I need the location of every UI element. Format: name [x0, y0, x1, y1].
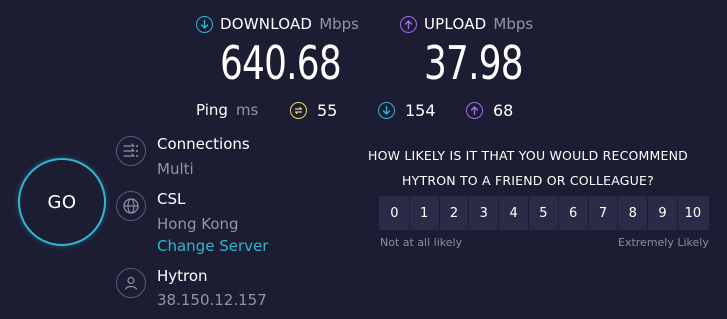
nps-score-10[interactable]: 10: [678, 197, 708, 229]
ping-label: Ping: [196, 101, 228, 119]
download-header: DOWNLOAD Mbps: [196, 15, 359, 33]
ping-idle: 55: [290, 101, 337, 120]
nps-score-2[interactable]: 2: [440, 197, 470, 229]
server-location: Hong Kong: [157, 215, 239, 233]
ping-idle-value: 55: [317, 101, 338, 120]
nps-question-line1: HOW LIKELY IS IT THAT YOU WOULD RECOMMEN…: [368, 148, 688, 163]
download-label: DOWNLOAD: [220, 15, 313, 33]
user-icon: [116, 268, 146, 298]
provider-title: Hytron: [157, 267, 208, 285]
provider-ip: 38.150.12.157: [157, 291, 267, 309]
download-arrow-icon: [196, 15, 213, 33]
upload-label: UPLOAD: [424, 15, 487, 33]
ping-download: 154: [378, 101, 436, 120]
nps-high-label: Extremely Likely: [618, 236, 709, 249]
upload-latency-icon: [466, 102, 483, 119]
nps-score-8[interactable]: 8: [618, 197, 649, 229]
download-latency-icon: [378, 102, 395, 119]
upload-arrow-icon: [400, 15, 417, 33]
nps-score-7[interactable]: 7: [589, 197, 619, 229]
nps-score-5[interactable]: 5: [529, 197, 559, 229]
upload-speed-value: 37.98: [424, 36, 524, 90]
idle-latency-icon: [290, 102, 307, 119]
download-speed-value: 640.68: [220, 36, 342, 90]
globe-icon: [116, 191, 146, 221]
nps-score-6[interactable]: 6: [559, 197, 589, 229]
nps-score-3[interactable]: 3: [469, 197, 500, 229]
ping-upload: 68: [466, 101, 513, 120]
ping-row: Ping ms: [196, 101, 258, 119]
ping-unit: ms: [235, 101, 259, 119]
download-unit: Mbps: [319, 15, 359, 33]
change-server-link[interactable]: Change Server: [157, 237, 268, 255]
go-button[interactable]: GO: [18, 158, 106, 246]
connections-icon: [116, 136, 146, 166]
nps-score-4[interactable]: 4: [499, 197, 529, 229]
nps-scale: 0 1 2 3 4 5 6 7 8 9 10: [379, 196, 709, 230]
ping-upload-value: 68: [493, 101, 514, 120]
nps-score-0[interactable]: 0: [380, 197, 410, 229]
nps-score-1[interactable]: 1: [410, 197, 440, 229]
connections-value: Multi: [157, 160, 194, 178]
nps-low-label: Not at all likely: [380, 236, 463, 249]
upload-header: UPLOAD Mbps: [400, 15, 533, 33]
go-button-label: GO: [47, 191, 77, 213]
nps-question: HOW LIKELY IS IT THAT YOU WOULD RECOMMEN…: [354, 143, 702, 193]
server-title: CSL: [157, 190, 186, 208]
connections-title: Connections: [157, 135, 250, 153]
nps-question-line2: HYTRON TO A FRIEND OR COLLEAGUE?: [402, 173, 654, 188]
ping-download-value: 154: [405, 101, 436, 120]
nps-score-9[interactable]: 9: [648, 197, 678, 229]
upload-unit: Mbps: [493, 15, 534, 33]
